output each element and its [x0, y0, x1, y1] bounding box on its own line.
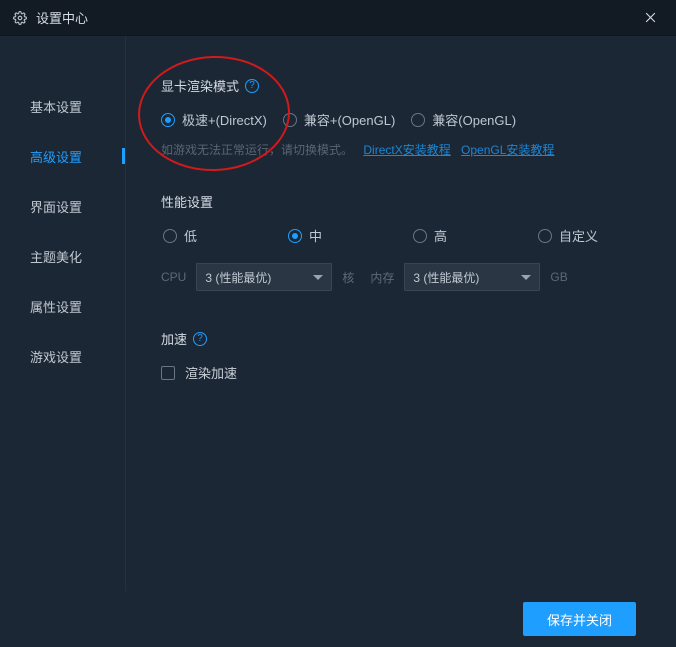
mem-select[interactable]: 3 (性能最优): [404, 263, 540, 291]
cpu-unit: 核: [342, 269, 354, 286]
radio-label: 自定义: [559, 226, 598, 245]
select-value: 3 (性能最优): [413, 269, 479, 286]
footer: 保存并关闭: [0, 591, 676, 647]
radio-icon: [413, 229, 427, 243]
mem-label: 内存: [370, 269, 394, 286]
perf-option-medium[interactable]: 中: [288, 226, 343, 245]
checkbox-label: 渲染加速: [185, 363, 237, 382]
gpu-hint: 如游戏无法正常运行，请切换模式。 DirectX安装教程 OpenGL安装教程: [161, 141, 651, 158]
cpu-select[interactable]: 3 (性能最优): [196, 263, 332, 291]
radio-icon: [538, 229, 552, 243]
radio-label: 低: [184, 226, 197, 245]
sidebar-item-property[interactable]: 属性设置: [0, 281, 125, 331]
help-icon[interactable]: ?: [245, 79, 259, 93]
perf-section-title: 性能设置: [161, 192, 651, 211]
cpu-label: CPU: [161, 270, 186, 284]
sidebar-item-label: 高级设置: [30, 147, 82, 166]
select-value: 3 (性能最优): [205, 269, 271, 286]
gpu-radio-row: 极速+(DirectX) 兼容+(OpenGL) 兼容(OpenGL): [161, 110, 651, 129]
directx-tutorial-link[interactable]: DirectX安装教程: [363, 143, 450, 157]
render-accel-checkbox[interactable]: [161, 366, 175, 380]
sidebar-item-label: 基本设置: [30, 97, 82, 116]
perf-radio-row: 低 中 高 自定义: [161, 226, 651, 245]
radio-label: 中: [309, 226, 322, 245]
window-title: 设置中心: [36, 8, 88, 27]
radio-icon: [288, 229, 302, 243]
save-close-button[interactable]: 保存并关闭: [523, 602, 636, 636]
opengl-tutorial-link[interactable]: OpenGL安装教程: [461, 143, 554, 157]
close-button[interactable]: [636, 4, 664, 32]
content: 显卡渲染模式 ? 极速+(DirectX) 兼容+(OpenGL) 兼容(Ope…: [126, 36, 676, 591]
sidebar-item-ui[interactable]: 界面设置: [0, 181, 125, 231]
sidebar-item-advanced[interactable]: 高级设置: [0, 131, 125, 181]
accel-title-text: 加速: [161, 329, 187, 348]
render-accel-row: 渲染加速: [161, 363, 651, 382]
perf-option-high[interactable]: 高: [413, 226, 468, 245]
gear-icon: [12, 10, 28, 26]
gpu-option-opengl[interactable]: 兼容(OpenGL): [411, 110, 516, 129]
radio-icon: [163, 229, 177, 243]
perf-option-low[interactable]: 低: [163, 226, 218, 245]
titlebar: 设置中心: [0, 0, 676, 36]
gpu-option-directx[interactable]: 极速+(DirectX): [161, 110, 267, 129]
radio-label: 兼容+(OpenGL): [304, 110, 395, 129]
gpu-option-opengl-plus[interactable]: 兼容+(OpenGL): [283, 110, 395, 129]
sidebar-item-label: 属性设置: [30, 297, 82, 316]
gpu-title-text: 显卡渲染模式: [161, 76, 239, 95]
perf-title-text: 性能设置: [161, 192, 213, 211]
chevron-down-icon: [313, 275, 323, 280]
hint-text: 如游戏无法正常运行，请切换模式。: [161, 143, 353, 157]
sidebar-item-game[interactable]: 游戏设置: [0, 331, 125, 381]
sidebar-item-label: 游戏设置: [30, 347, 82, 366]
sidebar-item-label: 界面设置: [30, 197, 82, 216]
perf-option-custom[interactable]: 自定义: [538, 226, 598, 245]
sidebar: 基本设置 高级设置 界面设置 主题美化 属性设置 游戏设置: [0, 36, 126, 591]
radio-icon: [411, 113, 425, 127]
radio-label: 高: [434, 226, 447, 245]
help-icon[interactable]: ?: [193, 332, 207, 346]
gpu-section-title: 显卡渲染模式 ?: [161, 76, 651, 95]
perf-config-row: CPU 3 (性能最优) 核 内存 3 (性能最优) GB: [161, 263, 651, 291]
radio-label: 兼容(OpenGL): [432, 110, 516, 129]
sidebar-item-theme[interactable]: 主题美化: [0, 231, 125, 281]
radio-icon: [283, 113, 297, 127]
radio-label: 极速+(DirectX): [182, 110, 267, 129]
radio-icon: [161, 113, 175, 127]
accel-section-title: 加速 ?: [161, 329, 651, 348]
sidebar-item-label: 主题美化: [30, 247, 82, 266]
chevron-down-icon: [521, 275, 531, 280]
sidebar-item-basic[interactable]: 基本设置: [0, 81, 125, 131]
mem-unit: GB: [550, 270, 567, 284]
